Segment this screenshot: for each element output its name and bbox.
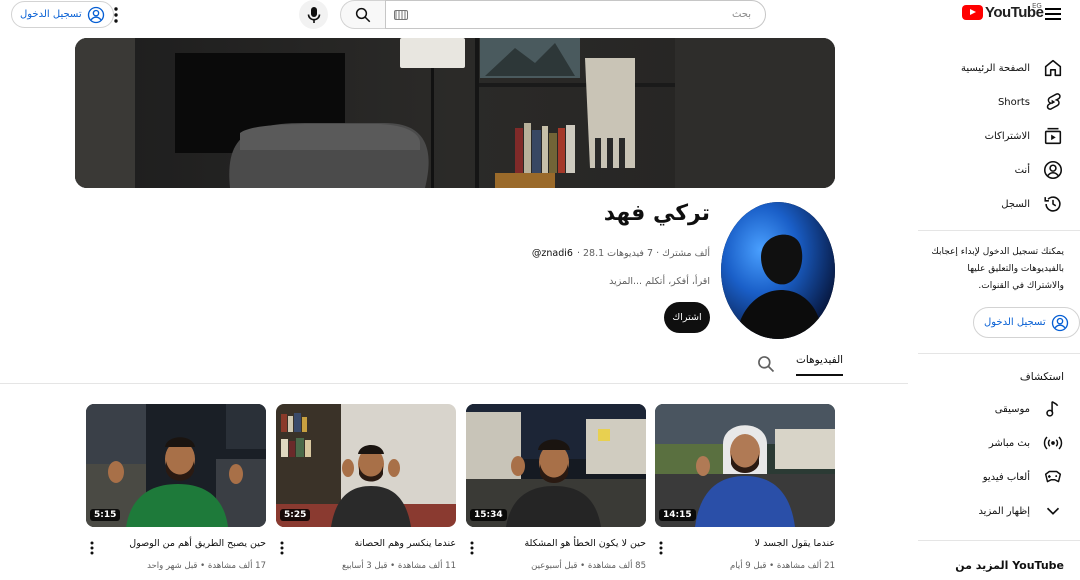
subscriptions-icon — [1044, 127, 1062, 145]
shorts-icon — [1046, 93, 1061, 110]
hamburger-line — [1045, 18, 1061, 20]
video-title[interactable]: عندما يقول الجسد لا — [675, 538, 835, 549]
video-thumbnail[interactable]: 5:25 — [276, 404, 456, 527]
banner-image — [75, 38, 835, 188]
channel-avatar[interactable] — [721, 202, 835, 339]
video-card[interactable]: 14:15 عندما يقول الجسد لا 21 ألف مشاهدة … — [655, 404, 835, 571]
video-card[interactable]: 5:15 حين يصبح الطريق أهم من الوصول 17 أل… — [86, 404, 266, 571]
more-vert-icon — [659, 541, 663, 555]
video-menu-button[interactable] — [276, 540, 288, 556]
search-icon — [758, 356, 775, 373]
signin-label: تسجيل الدخول — [20, 9, 82, 20]
more-vert-icon — [280, 541, 284, 555]
sidebar-item-gaming[interactable]: ألعاب فيديو — [983, 464, 1064, 490]
channel-meta: @znadi6 · 28.1 ألف مشترك · 7 فيديوهات — [532, 248, 710, 259]
sidebar-item-label: ألعاب فيديو — [982, 471, 1030, 483]
tab-videos[interactable]: الفيديوهات — [796, 354, 844, 376]
video-menu-button[interactable] — [466, 540, 478, 556]
guide-menu-button[interactable] — [1044, 6, 1062, 22]
sidebar-item-label: أنت — [1014, 164, 1030, 176]
sidebar-item-show-more[interactable]: إظهار المزيد — [978, 498, 1064, 524]
video-meta: 85 ألف مشاهدة • قبل أسبوعين — [531, 561, 646, 571]
search-bar: بحث — [340, 0, 766, 29]
channel-search-button[interactable] — [756, 354, 776, 374]
sidebar-divider — [918, 230, 1080, 231]
microphone-icon — [307, 6, 320, 23]
sidebar-item-live[interactable]: بث مباشر — [989, 430, 1064, 456]
video-meta: 17 ألف مشاهدة • قبل شهر واحد — [147, 561, 266, 571]
search-button[interactable] — [340, 0, 385, 29]
subscribe-button[interactable]: اشتراك — [664, 302, 710, 333]
sidebar-divider — [918, 540, 1080, 541]
channel-banner — [75, 38, 835, 188]
hamburger-line — [1045, 13, 1061, 15]
search-input[interactable]: بحث — [385, 0, 766, 29]
channel-description[interactable]: اقرأ، أفكر، أتكلم ...المزيد — [609, 276, 710, 287]
channel-name: تركي فهد — [603, 201, 710, 226]
gaming-icon — [1044, 470, 1062, 483]
signin-label: تسجيل الدخول — [984, 317, 1046, 328]
video-thumbnail[interactable]: 5:15 — [86, 404, 266, 527]
youtube-play-icon — [962, 5, 983, 20]
video-duration: 5:25 — [280, 509, 311, 521]
country-code: EG — [1032, 2, 1042, 10]
sidebar-divider — [918, 353, 1080, 354]
sidebar-signin-button[interactable]: تسجيل الدخول — [973, 307, 1080, 338]
video-title[interactable]: حين يصبح الطريق أهم من الوصول — [106, 538, 266, 549]
avatar-image — [721, 202, 835, 339]
more-vert-icon — [90, 541, 94, 555]
video-duration: 15:34 — [470, 509, 507, 521]
video-duration: 5:15 — [90, 509, 121, 521]
masthead: تسجيل الدخول بحث YouTube EG — [0, 0, 1080, 30]
sidebar-item-home[interactable]: الصفحة الرئيسية — [961, 55, 1064, 81]
video-meta: 11 ألف مشاهدة • قبل 3 أسابيع — [342, 561, 456, 571]
video-card[interactable]: 5:25 عندما ينكسر وهم الحصانة 11 ألف مشاه… — [276, 404, 456, 571]
sidebar-item-label: الاشتراكات — [984, 130, 1030, 142]
video-duration: 14:15 — [659, 509, 696, 521]
more-from-youtube-heading: المزيد من YouTube — [955, 559, 1064, 572]
sidebar-item-subscriptions[interactable]: الاشتراكات — [985, 123, 1064, 149]
sidebar-item-you[interactable]: أنت — [1015, 157, 1064, 183]
hamburger-line — [1045, 8, 1061, 10]
settings-menu-button[interactable] — [106, 4, 126, 26]
live-icon — [1043, 436, 1063, 450]
more-vert-icon — [470, 541, 474, 555]
home-icon — [1044, 59, 1062, 77]
sidebar-item-label: الصفحة الرئيسية — [961, 62, 1030, 74]
you-icon — [1043, 160, 1063, 180]
video-menu-button[interactable] — [86, 540, 98, 556]
explore-heading: استكشاف — [1019, 371, 1064, 383]
video-title[interactable]: حين لا يكون الخطأ هو المشكلة — [486, 538, 646, 549]
sidebar-item-shorts[interactable]: Shorts — [998, 89, 1064, 115]
chevron-down-icon — [1046, 507, 1060, 515]
keyboard-icon[interactable] — [394, 9, 408, 20]
search-icon — [355, 7, 371, 22]
account-circle-icon — [87, 6, 104, 23]
sidebar-signin-note: يمكنك تسجيل الدخول لإبداء إعجابك بالفيدي… — [931, 247, 1064, 291]
channel-handle: @znadi6 — [531, 248, 573, 259]
video-thumbnail[interactable]: 15:34 — [466, 404, 646, 527]
video-thumbnail[interactable]: 14:15 — [655, 404, 835, 527]
voice-search-button[interactable] — [299, 0, 328, 29]
video-title[interactable]: عندما ينكسر وهم الحصانة — [296, 538, 457, 549]
sidebar-item-label: السجل — [1001, 198, 1030, 210]
sidebar-item-label: Shorts — [997, 96, 1030, 108]
history-icon — [1044, 196, 1061, 212]
channel-stats: · 28.1 ألف مشترك · 7 فيديوهات — [576, 248, 710, 259]
sidebar-item-label: بث مباشر — [988, 437, 1030, 449]
video-meta: 21 ألف مشاهدة • قبل 9 أيام — [729, 561, 835, 571]
search-placeholder: بحث — [731, 9, 751, 20]
video-menu-button[interactable] — [655, 540, 667, 556]
account-circle-icon — [1051, 314, 1068, 331]
tabs-divider — [0, 383, 908, 384]
music-icon — [1046, 401, 1059, 417]
youtube-logo[interactable]: YouTube EG — [962, 2, 1044, 21]
video-card[interactable]: 15:34 حين لا يكون الخطأ هو المشكلة 85 أل… — [466, 404, 646, 571]
sidebar-item-label: إظهار المزيد — [978, 505, 1030, 517]
signin-button[interactable]: تسجيل الدخول — [11, 1, 114, 28]
sidebar-item-label: موسيقى — [994, 403, 1030, 415]
sidebar-item-history[interactable]: السجل — [1001, 191, 1064, 217]
more-vert-icon — [114, 7, 118, 23]
sidebar-item-music[interactable]: موسيقى — [995, 396, 1064, 422]
